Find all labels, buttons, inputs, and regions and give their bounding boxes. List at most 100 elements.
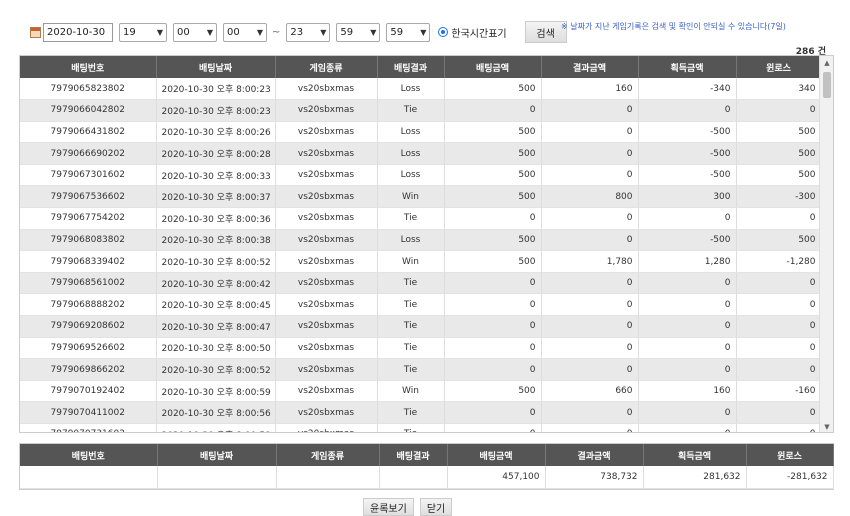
summary-cell: [20, 466, 158, 489]
table-cell: 0: [444, 401, 542, 424]
table-cell: 0: [638, 293, 737, 317]
close-button[interactable]: 닫기: [419, 498, 453, 516]
summary-table: 배팅번호 배팅날짜 게임종류 배팅결과 배팅금액 결과금액 획득금액 윈로스 457,100 7…: [20, 444, 834, 489]
table-row[interactable]: 7979067536602 2020-10-30 오후 8:00:37 vs20sb…: [20, 185, 821, 209]
table-row[interactable]: 7979069526602 2020-10-30 오후 8:00:50 vs20sb…: [20, 337, 821, 360]
table-cell: Tie: [377, 423, 445, 432]
table-cell: 300: [638, 185, 737, 209]
summary-column-header: 배팅금액: [447, 444, 546, 466]
table-cell: 0: [541, 164, 639, 187]
table-cell: vs20sbxmas: [275, 380, 378, 403]
table-cell: 0: [736, 207, 821, 230]
table-row[interactable]: 7979066042802 2020-10-30 오후 8:00:23 vs20sb…: [20, 99, 821, 122]
table-cell: vs20sbxmas: [275, 401, 378, 424]
end-hour-value: 23: [290, 26, 304, 38]
table-cell: 2020-10-30 오후 8:00:42: [156, 272, 276, 295]
timezone-radio[interactable]: 한국시간표기: [438, 25, 507, 40]
scrollbar-thumb[interactable]: [823, 72, 831, 98]
table-cell: 7979065823802: [20, 78, 157, 101]
table-cell: 2020-10-30 오후 8:00:56: [156, 401, 276, 424]
table-row[interactable]: 7979068083802 2020-10-30 오후 8:00:38 vs20sb…: [20, 229, 821, 252]
table-row[interactable]: 7979068561002 2020-10-30 오후 8:00:42 vs20sb…: [20, 272, 821, 295]
table-cell: 500: [736, 164, 821, 187]
table-cell: 0: [444, 337, 542, 360]
table-cell: 0: [638, 99, 737, 122]
chevron-down-icon: ▼: [320, 27, 327, 37]
table-cell: Win: [377, 185, 445, 209]
start-minute-select[interactable]: 00 ▼: [173, 22, 217, 42]
table-cell: 7979068888202: [20, 293, 157, 317]
table-cell: vs20sbxmas: [275, 358, 378, 381]
radio-selected-icon[interactable]: [438, 27, 449, 37]
table-row[interactable]: 7979068339402 2020-10-30 오후 8:00:52 vs20sb…: [20, 250, 821, 273]
summary-column-header: 배팅번호: [20, 444, 158, 466]
table-cell: 7979069526602: [20, 337, 157, 360]
vertical-scrollbar[interactable]: ▲ ▼: [819, 56, 833, 432]
table-row[interactable]: 7979070192402 2020-10-30 오후 8:00:59 vs20sb…: [20, 380, 821, 403]
table-cell: 0: [444, 315, 542, 338]
table-cell: 0: [736, 337, 821, 360]
table-cell: 7979067301602: [20, 164, 157, 187]
end-minute-value: 59: [340, 26, 354, 38]
scroll-down-icon[interactable]: ▼: [820, 420, 833, 432]
table-cell: Loss: [377, 229, 445, 252]
table-row[interactable]: 7979065823802 2020-10-30 오후 8:00:23 vs20sb…: [20, 78, 821, 101]
table-header-row: 배팅번호 배팅날짜 게임종류 배팅결과 배팅금액 결과금액 획득금액 윈로스: [20, 56, 821, 78]
table-cell: 500: [444, 380, 542, 403]
table-cell: 7979066042802: [20, 99, 157, 122]
calendar-icon[interactable]: [30, 26, 41, 38]
results-table: 배팅번호 배팅날짜 게임종류 배팅결과 배팅금액 결과금액 획득금액 윈로스 79790658…: [20, 56, 821, 432]
table-cell: 1,280: [638, 250, 737, 273]
table-row[interactable]: 7979070411002 2020-10-30 오후 8:00:56 vs20sb…: [20, 401, 821, 424]
start-date-input[interactable]: 2020-10-30: [43, 22, 113, 42]
scroll-up-icon[interactable]: ▲: [820, 56, 833, 70]
end-minute-select[interactable]: 59 ▼: [336, 22, 381, 42]
table-cell: vs20sbxmas: [275, 293, 378, 317]
end-hour-select[interactable]: 23 ▼: [286, 22, 331, 42]
table-cell: Loss: [377, 142, 445, 165]
table-cell: 2020-10-30 오후 8:00:26: [156, 121, 276, 144]
summary-column-header: 획득금액: [643, 444, 747, 466]
table-cell: 7979066431802: [20, 121, 157, 144]
summary-row: 457,100 738,732 281,632 -281,632: [20, 466, 834, 489]
summary-column-header: 배팅결과: [379, 444, 448, 466]
table-row[interactable]: 7979067301602 2020-10-30 오후 8:00:33 vs20sb…: [20, 164, 821, 187]
table-cell: Tie: [377, 401, 445, 424]
table-row[interactable]: 7979066431802 2020-10-30 오후 8:00:26 vs20sb…: [20, 121, 821, 144]
table-cell: 340: [736, 78, 821, 101]
table-cell: 0: [638, 401, 737, 424]
table-cell: 0: [541, 423, 639, 432]
column-header: 결과금액: [541, 56, 639, 78]
table-cell: 800: [541, 185, 639, 209]
table-row[interactable]: 7979069208602 2020-10-30 오후 8:00:47 vs20sb…: [20, 315, 821, 338]
table-row[interactable]: 7979068888202 2020-10-30 오후 8:00:45 vs20sb…: [20, 293, 821, 317]
table-cell: -500: [638, 229, 737, 252]
table-cell: 7979068083802: [20, 229, 157, 252]
table-row[interactable]: 7979067754202 2020-10-30 오후 8:00:36 vs20sb…: [20, 207, 821, 230]
table-cell: 2020-10-30 오후 8:00:23: [156, 99, 276, 122]
start-hour-select[interactable]: 19 ▼: [119, 22, 167, 42]
table-cell: 7979070411002: [20, 401, 157, 424]
table-cell: 0: [541, 99, 639, 122]
end-second-select[interactable]: 59 ▼: [386, 22, 431, 42]
table-cell: 2020-10-30 오후 8:00:59: [156, 423, 276, 432]
table-cell: 0: [444, 293, 542, 317]
table-row[interactable]: 79790707316022020-10-30 오후 8:00:59vs20sb…: [20, 423, 821, 432]
table-cell: vs20sbxmas: [275, 229, 378, 252]
table-cell: 0: [541, 272, 639, 295]
table-cell: Win: [377, 380, 445, 403]
column-header: 획득금액: [638, 56, 737, 78]
table-cell: 0: [736, 315, 821, 338]
table-cell: vs20sbxmas: [275, 99, 378, 122]
table-row[interactable]: 7979066690202 2020-10-30 오후 8:00:28 vs20sb…: [20, 142, 821, 165]
table-cell: vs20sbxmas: [275, 121, 378, 144]
column-header: 배팅번호: [20, 56, 157, 78]
view-record-button[interactable]: 윤록보기: [363, 498, 414, 516]
results-scroll-area[interactable]: 배팅번호 배팅날짜 게임종류 배팅결과 배팅금액 결과금액 획득금액 윈로스 79790658…: [20, 56, 821, 432]
summary-column-header: 게임종류: [276, 444, 380, 466]
table-row[interactable]: 7979069866202 2020-10-30 오후 8:00:52 vs20sb…: [20, 358, 821, 381]
table-cell: 7979069208602: [20, 315, 157, 338]
start-second-select[interactable]: 00 ▼: [223, 22, 267, 42]
summary-cell: [276, 466, 380, 489]
table-cell: 2020-10-30 오후 8:00:38: [156, 229, 276, 252]
